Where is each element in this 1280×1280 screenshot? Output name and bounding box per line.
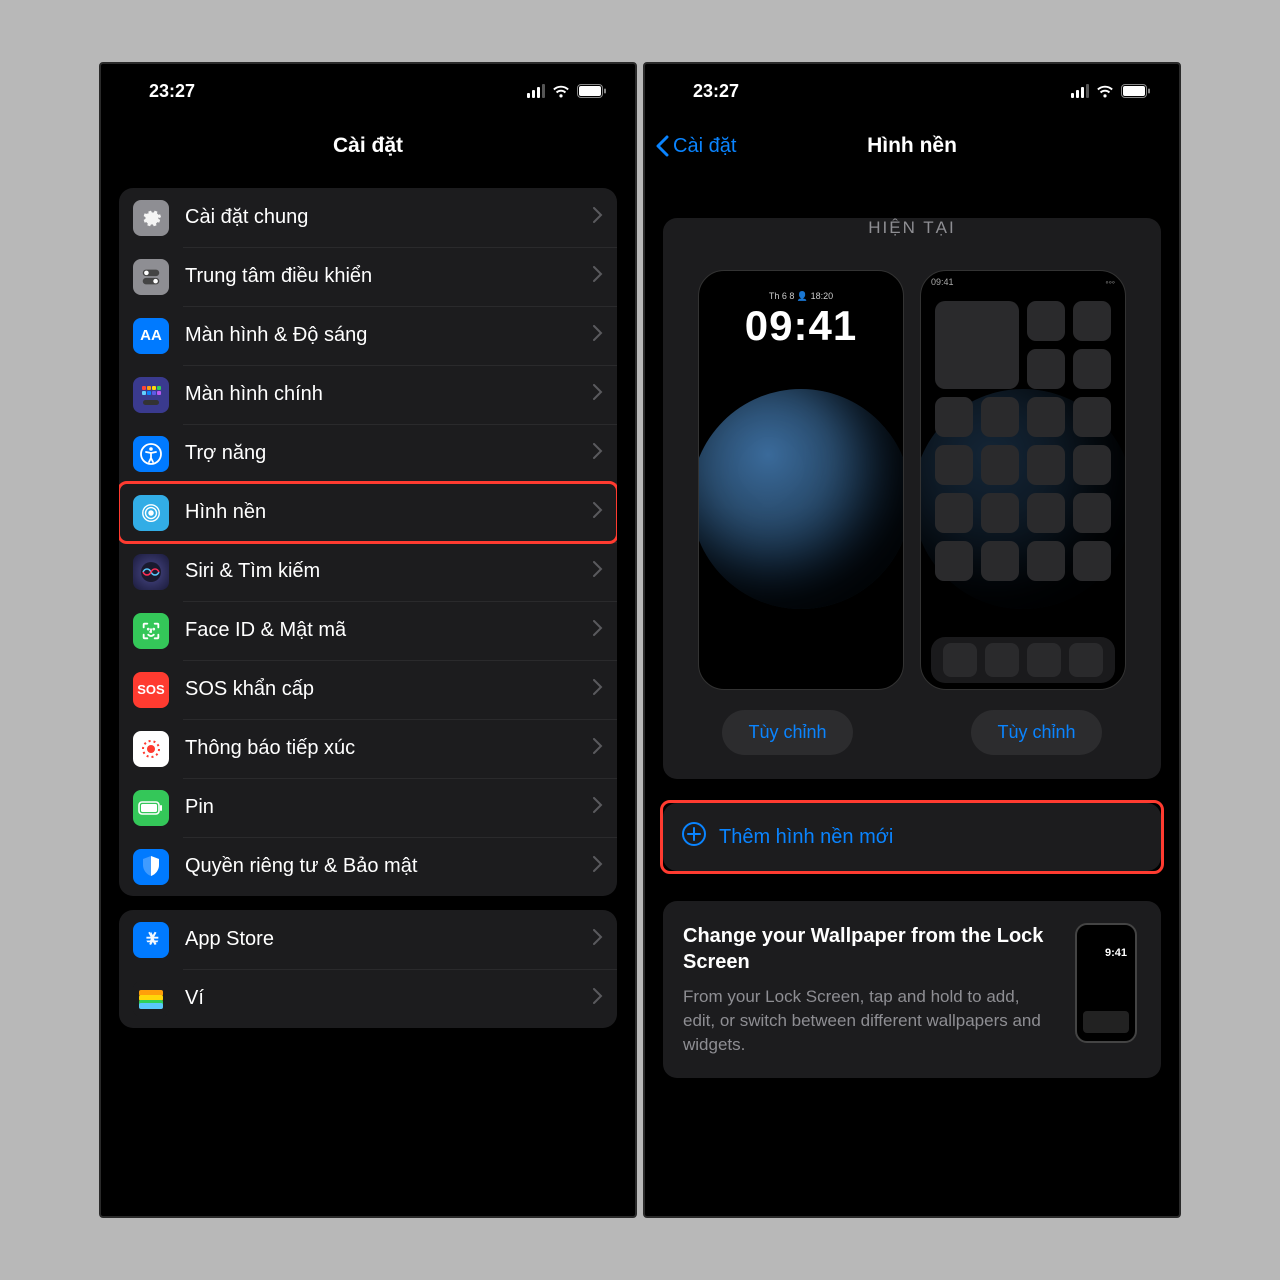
row-label: SOS khẩn cấp <box>185 678 593 701</box>
settings-group-2: App Store Ví <box>119 910 617 1028</box>
current-wallpaper-card: HIỆN TẠI Th 6 8 👤 18:20 09:41 09:41 ◦◦◦ <box>663 218 1161 779</box>
chevron-right-icon <box>593 502 603 523</box>
customize-lock-button[interactable]: Tùy chỉnh <box>722 710 852 755</box>
row-label: Pin <box>185 796 593 819</box>
chevron-right-icon <box>593 620 603 641</box>
tip-illustration: 9:41 <box>1071 923 1141 1056</box>
tip-body: From your Lock Screen, tap and hold to a… <box>683 985 1053 1056</box>
control-center-icon <box>133 259 169 295</box>
chevron-right-icon <box>593 988 603 1009</box>
accessibility-icon <box>133 436 169 472</box>
row-label: Thông báo tiếp xúc <box>185 737 593 760</box>
page-title: Cài đặt <box>333 134 403 158</box>
settings-group-1: Cài đặt chung Trung tâm điều khiển AA Mà… <box>119 188 617 896</box>
chevron-right-icon <box>593 797 603 818</box>
sos-icon: SOS <box>133 672 169 708</box>
plus-circle-icon <box>681 821 707 853</box>
privacy-icon <box>133 849 169 885</box>
preview-date: Th 6 8 👤 18:20 <box>699 291 903 302</box>
home-grid-icon <box>133 377 169 413</box>
lock-screen-preview[interactable]: Th 6 8 👤 18:20 09:41 <box>698 270 904 690</box>
status-bar: 23:27 <box>101 64 635 118</box>
nav-header: Cài đặt <box>101 118 635 174</box>
row-accessibility[interactable]: Trợ năng <box>119 424 617 483</box>
chevron-right-icon <box>593 738 603 759</box>
battery-icon <box>1121 84 1151 98</box>
chevron-right-icon <box>593 929 603 950</box>
tip-title: Change your Wallpaper from the Lock Scre… <box>683 923 1053 975</box>
row-label: Cài đặt chung <box>185 206 593 229</box>
status-time: 23:27 <box>149 81 195 102</box>
chevron-right-icon <box>593 443 603 464</box>
chevron-right-icon <box>593 384 603 405</box>
battery-setting-icon <box>133 790 169 826</box>
add-wallpaper-button[interactable]: Thêm hình nền mới <box>663 803 1161 871</box>
faceid-icon <box>133 613 169 649</box>
row-wallet[interactable]: Ví <box>119 969 617 1028</box>
row-home-screen[interactable]: Màn hình chính <box>119 365 617 424</box>
chevron-right-icon <box>593 266 603 287</box>
back-button[interactable]: Cài đặt <box>655 118 736 174</box>
current-label: HIỆN TẠI <box>663 218 1161 238</box>
wifi-icon <box>1095 84 1115 99</box>
status-time: 23:27 <box>693 81 739 102</box>
row-label: Trợ năng <box>185 442 593 465</box>
status-indicators <box>527 84 607 99</box>
row-label: App Store <box>185 928 593 951</box>
exposure-icon <box>133 731 169 767</box>
row-battery[interactable]: Pin <box>119 778 617 837</box>
wallpaper-screen: 23:27 Cài đặt Hình nền HIỆN TẠI <box>643 62 1181 1218</box>
wallpaper-icon <box>133 495 169 531</box>
row-appstore[interactable]: App Store <box>119 910 617 969</box>
preview-status-time: 09:41 <box>931 277 954 287</box>
home-screen-preview[interactable]: 09:41 ◦◦◦ <box>920 270 1126 690</box>
wallet-icon <box>133 981 169 1017</box>
page-title: Hình nền <box>867 134 957 158</box>
wifi-icon <box>551 84 571 99</box>
row-general[interactable]: Cài đặt chung <box>119 188 617 247</box>
settings-screen: 23:27 Cài đặt Cài đặt chung <box>99 62 637 1218</box>
row-label: Màn hình & Độ sáng <box>185 324 593 347</box>
cellular-icon <box>527 84 545 98</box>
add-wallpaper-label: Thêm hình nền mới <box>719 826 893 849</box>
customize-home-button[interactable]: Tùy chỉnh <box>971 710 1101 755</box>
row-siri[interactable]: Siri & Tìm kiếm <box>119 542 617 601</box>
row-label: Trung tâm điều khiển <box>185 265 593 288</box>
chevron-right-icon <box>593 856 603 877</box>
row-faceid[interactable]: Face ID & Mật mã <box>119 601 617 660</box>
chevron-right-icon <box>593 207 603 228</box>
row-label: Hình nền <box>185 501 593 524</box>
siri-icon <box>133 554 169 590</box>
row-label: Quyền riêng tư & Bảo mật <box>185 855 593 878</box>
row-wallpaper[interactable]: Hình nền <box>119 483 617 542</box>
status-indicators <box>1071 84 1151 99</box>
mini-time: 9:41 <box>1105 947 1127 959</box>
back-label: Cài đặt <box>673 135 736 158</box>
row-exposure[interactable]: Thông báo tiếp xúc <box>119 719 617 778</box>
battery-icon <box>577 84 607 98</box>
row-control-center[interactable]: Trung tâm điều khiển <box>119 247 617 306</box>
nav-header: Cài đặt Hình nền <box>645 118 1179 174</box>
row-privacy[interactable]: Quyền riêng tư & Bảo mật <box>119 837 617 896</box>
row-label: Siri & Tìm kiếm <box>185 560 593 583</box>
chevron-right-icon <box>593 325 603 346</box>
row-label: Ví <box>185 987 593 1010</box>
display-icon: AA <box>133 318 169 354</box>
cellular-icon <box>1071 84 1089 98</box>
row-sos[interactable]: SOS SOS khẩn cấp <box>119 660 617 719</box>
row-label: Face ID & Mật mã <box>185 619 593 642</box>
appstore-icon <box>133 922 169 958</box>
chevron-right-icon <box>593 561 603 582</box>
chevron-right-icon <box>593 679 603 700</box>
lockscreen-tip-card: Change your Wallpaper from the Lock Scre… <box>663 901 1161 1078</box>
row-display[interactable]: AA Màn hình & Độ sáng <box>119 306 617 365</box>
row-label: Màn hình chính <box>185 383 593 406</box>
preview-time: 09:41 <box>699 302 903 350</box>
gear-icon <box>133 200 169 236</box>
status-bar: 23:27 <box>645 64 1179 118</box>
